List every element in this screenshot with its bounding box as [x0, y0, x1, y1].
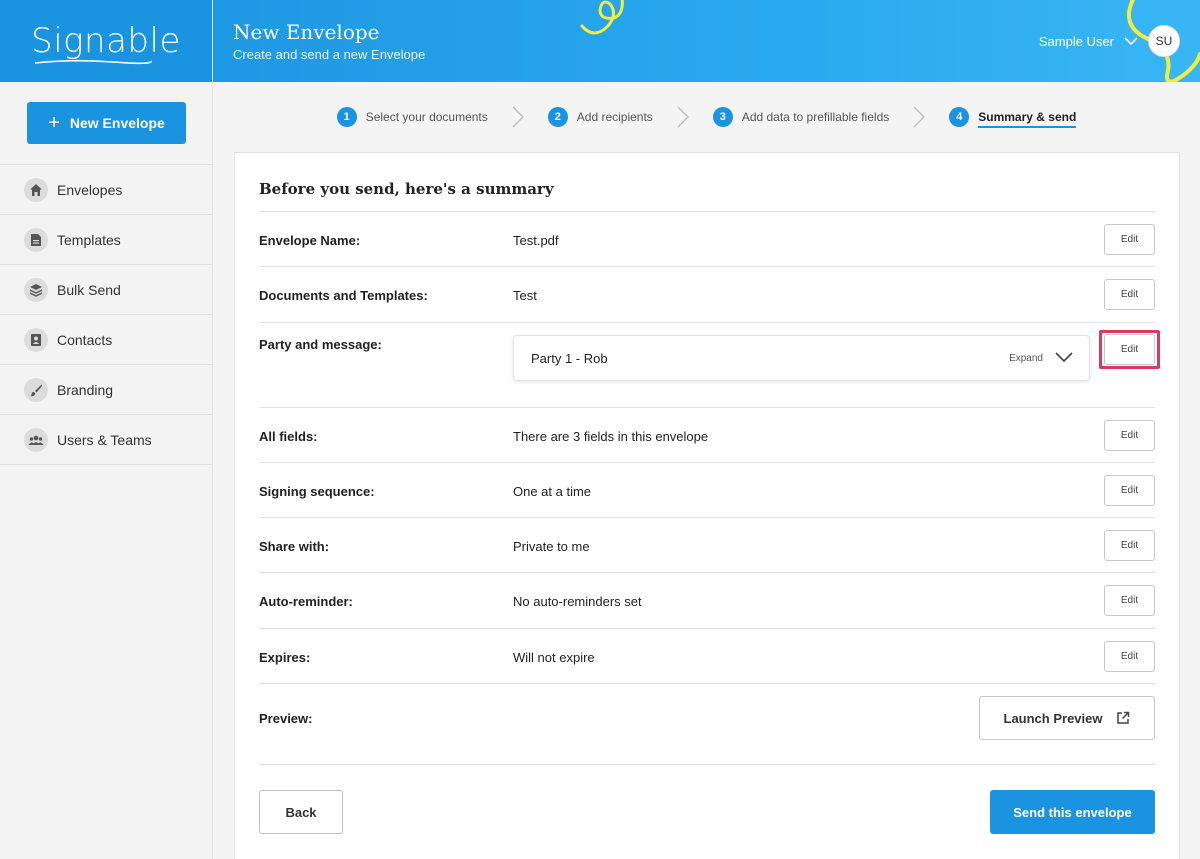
step-number: 4: [949, 107, 970, 127]
row-value: One at a time: [513, 484, 592, 499]
chevron-down-icon: [1124, 37, 1138, 46]
step-select-documents[interactable]: 1 Select your documents: [336, 107, 488, 127]
step-label: Add recipients: [576, 110, 653, 124]
sidebar-item-templates[interactable]: Templates: [0, 215, 212, 265]
step-prefill-fields[interactable]: 3 Add data to prefillable fields: [712, 107, 890, 127]
expand-label[interactable]: Expand: [1009, 353, 1043, 364]
new-envelope-button[interactable]: + New Envelope: [27, 102, 186, 144]
new-envelope-label: New Envelope: [69, 115, 165, 131]
sidebar-item-label: Templates: [57, 231, 121, 248]
brush-icon: [24, 377, 48, 402]
edit-button[interactable]: Edit: [1104, 530, 1155, 561]
send-envelope-button[interactable]: Send this envelope: [990, 790, 1155, 834]
decorative-squiggle-icon: [580, 0, 624, 35]
row-label: Party and message:: [259, 337, 382, 352]
row-value: Test: [513, 288, 537, 303]
row-label: Preview:: [259, 711, 313, 726]
row-label: Auto-reminder:: [259, 594, 353, 609]
edit-button[interactable]: Edit: [1104, 224, 1155, 255]
sidebar: Signable + New Envelope Envelopes Templa…: [0, 0, 213, 859]
logo-text: Signable: [31, 21, 181, 61]
summary-row-envelope-name: Envelope Name: Test.pdf Edit: [259, 212, 1155, 267]
summary-title: Before you send, here's a summary: [259, 180, 554, 198]
sidebar-item-users-teams[interactable]: Users & Teams: [0, 415, 212, 465]
party-accordion[interactable]: Party 1 - Rob Expand: [513, 335, 1090, 381]
step-label: Add data to prefillable fields: [741, 110, 890, 124]
summary-card: Before you send, here's a summary Envelo…: [234, 152, 1180, 859]
summary-row-party: Party and message: Party 1 - Rob Expand …: [259, 323, 1160, 408]
summary-row-preview: Preview: Launch Preview: [259, 684, 1155, 765]
step-add-recipients[interactable]: 2 Add recipients: [547, 107, 653, 127]
sidebar-item-bulk-send[interactable]: Bulk Send: [0, 265, 212, 315]
launch-preview-button[interactable]: Launch Preview: [979, 696, 1155, 740]
chevron-right-icon: [677, 106, 689, 128]
chevron-right-icon: [913, 106, 926, 128]
contact-card-icon: [24, 327, 48, 352]
launch-preview-label: Launch Preview: [1003, 710, 1103, 726]
edit-button[interactable]: Edit: [1104, 585, 1155, 616]
logo-area: Signable: [0, 0, 212, 82]
summary-row-signing-sequence: Signing sequence: One at a time Edit: [259, 463, 1155, 518]
step-summary-send[interactable]: 4 Summary & send: [949, 106, 1077, 128]
users-icon: [24, 427, 48, 452]
summary-row-expires: Expires: Will not expire Edit: [259, 629, 1155, 684]
sidebar-item-contacts[interactable]: Contacts: [0, 315, 212, 365]
summary-row-all-fields: All fields: There are 3 fields in this e…: [259, 408, 1155, 463]
back-button[interactable]: Back: [259, 790, 343, 834]
home-icon: [24, 177, 48, 202]
row-label: Share with:: [259, 539, 330, 554]
layers-icon: [24, 277, 48, 302]
chevron-down-icon[interactable]: [1055, 351, 1073, 363]
summary-row-documents: Documents and Templates: Test Edit: [259, 267, 1155, 323]
sidebar-item-envelopes[interactable]: Envelopes: [0, 165, 212, 215]
step-label: Select your documents: [365, 110, 488, 124]
external-link-icon: [1117, 711, 1130, 724]
row-value: Private to me: [513, 539, 590, 554]
row-label: Envelope Name:: [259, 233, 361, 248]
row-value: No auto-reminders set: [513, 594, 642, 609]
edit-button[interactable]: Edit: [1104, 475, 1155, 506]
user-menu[interactable]: Sample User SU: [1039, 25, 1180, 57]
sidebar-item-label: Branding: [57, 381, 114, 398]
sidebar-item-label: Bulk Send: [57, 281, 121, 298]
row-label: Documents and Templates:: [259, 288, 428, 303]
progress-stepper: 1 Select your documents 2 Add recipients…: [213, 82, 1200, 152]
edit-button[interactable]: Edit: [1104, 641, 1155, 672]
sidebar-item-label: Envelopes: [57, 181, 123, 198]
sidebar-item-label: Users & Teams: [57, 431, 152, 448]
edit-button[interactable]: Edit: [1104, 334, 1155, 365]
edit-button[interactable]: Edit: [1104, 279, 1155, 310]
summary-row-share-with: Share with: Private to me Edit: [259, 518, 1155, 573]
user-name: Sample User: [1038, 33, 1114, 49]
logo-swoosh-icon: [35, 59, 152, 65]
sidebar-item-label: Contacts: [57, 331, 113, 348]
step-number: 1: [336, 107, 357, 127]
step-number: 3: [712, 107, 733, 127]
row-label: All fields:: [259, 429, 318, 444]
row-value: There are 3 fields in this envelope: [513, 429, 709, 444]
signable-logo[interactable]: Signable: [31, 21, 181, 65]
row-value: Will not expire: [513, 650, 595, 665]
plus-icon: +: [48, 112, 60, 134]
page-title: New Envelope: [233, 20, 380, 44]
step-label: Summary & send: [978, 110, 1077, 128]
sidebar-item-branding[interactable]: Branding: [0, 365, 212, 415]
party-name: Party 1 - Rob: [531, 351, 608, 366]
edit-button[interactable]: Edit: [1104, 420, 1155, 451]
row-label: Signing sequence:: [259, 484, 375, 499]
page-subtitle: Create and send a new Envelope: [233, 47, 426, 62]
page-header: New Envelope Create and send a new Envel…: [213, 0, 1200, 82]
chevron-right-icon: [512, 106, 524, 128]
document-icon: [24, 227, 48, 252]
summary-row-auto-reminder: Auto-reminder: No auto-reminders set Edi…: [259, 573, 1155, 629]
avatar[interactable]: SU: [1148, 25, 1180, 57]
row-label: Expires:: [259, 650, 311, 665]
step-number: 2: [547, 107, 568, 127]
row-value: Test.pdf: [513, 233, 559, 248]
